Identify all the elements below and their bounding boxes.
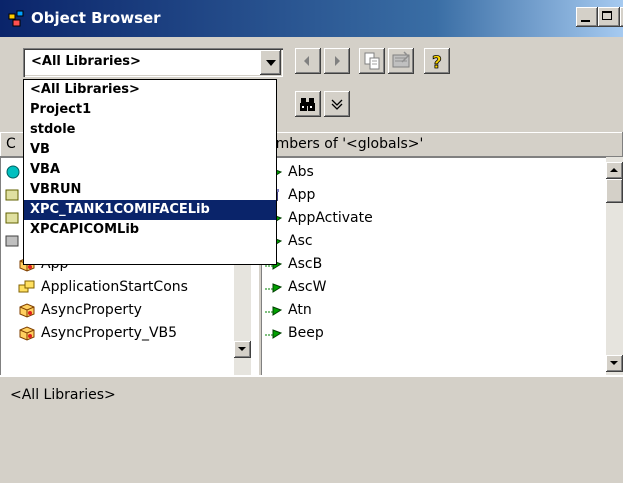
library-combo-value: <All Libraries> bbox=[31, 54, 141, 69]
view-definition-button[interactable] bbox=[388, 48, 414, 74]
library-combo[interactable]: <All Libraries> bbox=[23, 48, 283, 77]
method-icon bbox=[265, 283, 283, 293]
list-item[interactable]: ApplicationStartCons bbox=[18, 276, 188, 299]
members-scroll-down-button[interactable] bbox=[606, 355, 623, 372]
title-bar[interactable]: Object Browser × bbox=[0, 0, 623, 37]
object-browser-window: Object Browser × <All Libraries> bbox=[0, 0, 623, 483]
forward-arrow-icon bbox=[335, 56, 340, 66]
library-combo-dropdown-button[interactable] bbox=[260, 50, 281, 75]
list-item[interactable]: AsyncProperty bbox=[18, 299, 142, 322]
library-dropdown-list[interactable]: <All Libraries> Project1 stdole VB VBA V… bbox=[23, 79, 277, 265]
members-scrollbar[interactable] bbox=[606, 157, 623, 375]
library-option-xpc-tank1comifacelib[interactable]: XPC_TANK1COMIFACELib bbox=[24, 200, 276, 220]
classes-scroll-down-button[interactable] bbox=[234, 341, 251, 358]
class-icon bbox=[19, 326, 35, 341]
list-item[interactable]: AscW bbox=[265, 276, 326, 299]
search-button[interactable] bbox=[295, 91, 321, 117]
copy-icon bbox=[364, 52, 380, 70]
class-icon bbox=[19, 303, 35, 318]
chevron-down-icon bbox=[266, 60, 276, 66]
list-item[interactable]: Beep bbox=[265, 322, 324, 345]
list-item[interactable]: Atn bbox=[265, 299, 312, 322]
back-arrow-icon bbox=[304, 56, 309, 66]
list-item[interactable]: AppActivate bbox=[265, 207, 373, 230]
chevron-down-icon bbox=[331, 99, 343, 110]
chevron-up-icon bbox=[610, 168, 618, 172]
show-search-results-button[interactable] bbox=[324, 91, 350, 117]
globals-icon bbox=[6, 165, 20, 179]
module-icon bbox=[5, 189, 19, 201]
module-icon bbox=[5, 212, 19, 224]
go-back-button[interactable] bbox=[295, 48, 321, 74]
members-header-label: embers of '<globals>' bbox=[267, 136, 424, 152]
class-icon bbox=[5, 235, 19, 247]
library-option-xpcapicomlib[interactable]: XPCAPICOMLib bbox=[24, 220, 276, 240]
go-forward-button[interactable] bbox=[324, 48, 350, 74]
method-icon bbox=[265, 306, 283, 316]
chevron-down-icon bbox=[610, 361, 618, 365]
members-scroll-up-button[interactable] bbox=[606, 162, 623, 179]
method-icon bbox=[265, 329, 283, 339]
library-option-all[interactable]: <All Libraries> bbox=[24, 80, 276, 100]
chevron-down-icon bbox=[238, 347, 246, 351]
library-option-vb[interactable]: VB bbox=[24, 140, 276, 160]
members-list[interactable]: Abs App AppActivate Asc AscB AscW Atn Be… bbox=[261, 157, 623, 375]
maximize-icon bbox=[602, 11, 612, 20]
help-icon: ? bbox=[432, 53, 443, 74]
maximize-button[interactable] bbox=[598, 7, 620, 27]
members-header[interactable]: embers of '<globals>' bbox=[261, 132, 623, 157]
library-option-project1[interactable]: Project1 bbox=[24, 100, 276, 120]
svg-text:?: ? bbox=[432, 53, 442, 73]
list-item[interactable]: AsyncProperty_VB5 bbox=[18, 322, 177, 345]
view-definition-icon bbox=[392, 51, 410, 68]
minimize-icon bbox=[581, 20, 590, 22]
members-scroll-thumb[interactable] bbox=[606, 179, 623, 203]
library-option-vbrun[interactable]: VBRUN bbox=[24, 180, 276, 200]
library-option-stdole[interactable]: stdole bbox=[24, 120, 276, 140]
details-text: <All Libraries> bbox=[10, 387, 116, 403]
help-button[interactable]: ? bbox=[424, 48, 450, 74]
minimize-button[interactable] bbox=[576, 7, 598, 27]
details-pane: <All Libraries> bbox=[0, 375, 623, 483]
binoculars-icon bbox=[300, 98, 315, 111]
object-browser-icon bbox=[8, 10, 24, 27]
library-option-vba[interactable]: VBA bbox=[24, 160, 276, 180]
window-title: Object Browser bbox=[31, 9, 161, 27]
copy-button[interactable] bbox=[359, 48, 385, 74]
classes-header-label: C bbox=[6, 136, 16, 152]
enum-icon bbox=[18, 280, 35, 293]
